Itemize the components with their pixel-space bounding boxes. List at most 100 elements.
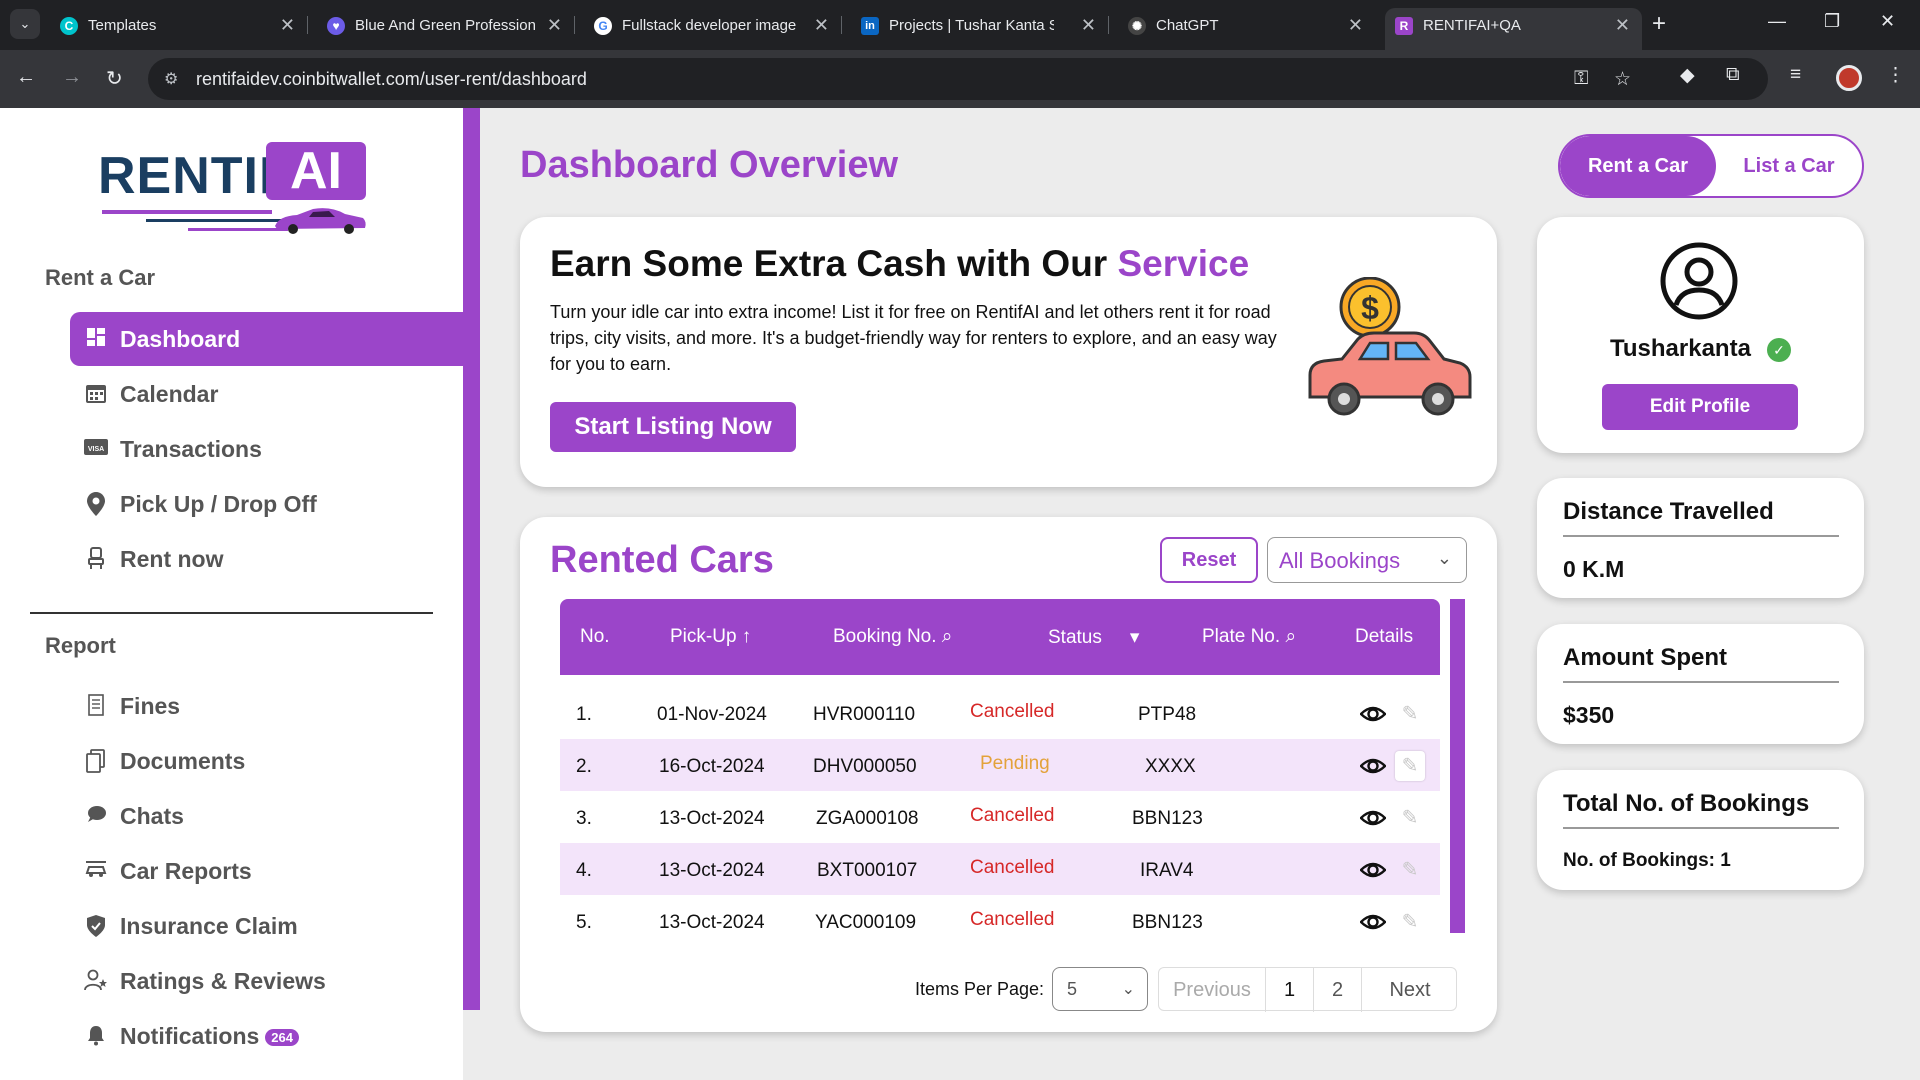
chevron-down-icon: ⌄ xyxy=(1436,548,1452,568)
browser-menu-icon[interactable]: ⋮ xyxy=(1886,64,1905,87)
browser-tab[interactable]: G Fullstack developer image ✕ xyxy=(584,8,842,42)
view-eye-icon[interactable] xyxy=(1360,701,1386,727)
cell-plate: BBN123 xyxy=(1132,912,1203,933)
table-row: 4. 13-Oct-2024 BXT000107 Cancelled IRAV4… xyxy=(560,843,1440,895)
items-per-page-select[interactable]: 5 ⌄ xyxy=(1052,967,1148,1011)
tab-close-icon[interactable]: ✕ xyxy=(547,15,562,36)
dropdown-caret-icon[interactable]: ▾ xyxy=(1130,627,1140,648)
cell-booking: HVR000110 xyxy=(813,704,916,725)
sidebar-item-label: Ratings & Reviews xyxy=(120,968,326,994)
page-button-1[interactable]: 1 xyxy=(1265,968,1313,1012)
edit-profile-button[interactable]: Edit Profile xyxy=(1602,384,1798,430)
extensions-puzzle-icon[interactable]: ⧉ xyxy=(1726,64,1740,86)
sidebar-item-calendar[interactable]: Calendar xyxy=(70,367,463,421)
view-eye-icon[interactable] xyxy=(1360,909,1386,935)
back-arrow-icon[interactable]: ← xyxy=(16,66,36,89)
sidebar-item-dashboard[interactable]: Dashboard xyxy=(70,312,463,366)
browser-tab[interactable]: ♥ Blue And Green Profession ✕ xyxy=(317,8,575,42)
reset-button[interactable]: Reset xyxy=(1160,537,1258,583)
google-favicon-icon: G xyxy=(594,17,612,35)
next-page-button[interactable]: Next xyxy=(1361,968,1458,1012)
browser-tab[interactable]: in Projects | Tushar Kanta Swa ✕ xyxy=(851,8,1109,42)
visa-card-icon: VISA xyxy=(83,437,109,463)
restore-icon[interactable]: ❐ xyxy=(1824,11,1840,32)
cell-pickup: 13-Oct-2024 xyxy=(659,808,765,829)
rent-a-car-toggle-button[interactable]: Rent a Car xyxy=(1560,136,1716,196)
reload-icon[interactable]: ↻ xyxy=(106,66,123,91)
tab-close-icon[interactable]: ✕ xyxy=(1081,15,1096,36)
close-window-icon[interactable]: ✕ xyxy=(1880,11,1895,32)
browser-tab[interactable]: C Templates ✕ xyxy=(50,8,308,42)
tab-close-icon[interactable]: ✕ xyxy=(280,15,295,36)
sort-up-arrow-icon[interactable]: ↑ xyxy=(742,626,752,647)
extension-icon[interactable]: ◆ xyxy=(1680,64,1695,87)
sidebar-item-documents[interactable]: Documents xyxy=(70,734,463,788)
tab-title: ChatGPT xyxy=(1156,17,1219,34)
edit-pencil-icon[interactable]: ✎ xyxy=(1395,803,1425,833)
heading-highlight: Service xyxy=(1117,243,1250,284)
address-bar[interactable]: ⚙ rentifaidev.coinbitwallet.com/user-ren… xyxy=(148,58,1768,100)
start-listing-button[interactable]: Start Listing Now xyxy=(550,402,796,452)
sidebar-item-label: Car Reports xyxy=(120,858,252,884)
sidebar-item-pickup-dropoff[interactable]: Pick Up / Drop Off xyxy=(70,477,463,531)
minimize-icon[interactable]: — xyxy=(1768,11,1786,32)
sidebar-item-insurance-claim[interactable]: Insurance Claim xyxy=(70,899,463,953)
column-header-status[interactable]: Status ▾ xyxy=(1048,626,1139,649)
new-tab-plus-icon[interactable]: + xyxy=(1652,10,1666,38)
forward-arrow-icon[interactable]: → xyxy=(62,66,82,89)
tab-close-icon[interactable]: ✕ xyxy=(1348,15,1363,36)
table-header: No. Pick-Up ↑ Booking No. ⌕ Status ▾ Plat… xyxy=(560,599,1440,675)
view-eye-icon[interactable] xyxy=(1360,753,1386,779)
tab-search-button[interactable]: ⌄ xyxy=(10,9,40,39)
edit-pencil-icon[interactable]: ✎ xyxy=(1395,751,1425,781)
sidebar-item-car-reports[interactable]: Car Reports xyxy=(70,844,463,898)
tab-close-icon[interactable]: ✕ xyxy=(814,15,829,36)
sidebar-item-transactions[interactable]: VISA Transactions xyxy=(70,422,463,476)
column-header-plate[interactable]: Plate No. ⌕ xyxy=(1202,626,1296,648)
media-control-icon[interactable]: ≡ xyxy=(1790,64,1801,86)
view-eye-icon[interactable] xyxy=(1360,805,1386,831)
page-button-2[interactable]: 2 xyxy=(1313,968,1361,1012)
car-money-illustration-icon: $ xyxy=(1308,277,1472,416)
edit-pencil-icon[interactable]: ✎ xyxy=(1395,907,1425,937)
cell-no: 4. xyxy=(576,860,592,881)
cell-booking: ZGA000108 xyxy=(816,808,919,829)
cell-booking: BXT000107 xyxy=(817,860,918,881)
rentifai-logo[interactable]: RENTIF AI xyxy=(98,140,373,240)
password-key-icon[interactable]: ⚿ xyxy=(1574,68,1588,90)
sidebar-item-fines[interactable]: Fines xyxy=(70,679,463,733)
sidebar-item-label: Documents xyxy=(120,748,246,774)
sidebar-item-chats[interactable]: Chats xyxy=(70,789,463,843)
tab-close-icon[interactable]: ✕ xyxy=(1615,15,1630,36)
sidebar-item-label: Fines xyxy=(120,693,181,719)
edit-pencil-icon[interactable]: ✎ xyxy=(1395,699,1425,729)
cell-booking: YAC000109 xyxy=(815,912,917,933)
linkedin-favicon-icon: in xyxy=(861,17,879,35)
bookmark-star-icon[interactable]: ☆ xyxy=(1614,68,1631,91)
sidebar-item-label: Notifications 264 xyxy=(120,1023,299,1050)
distance-label: Distance Travelled xyxy=(1563,498,1774,525)
sidebar-item-label: Transactions xyxy=(120,436,262,462)
column-header-booking[interactable]: Booking No. ⌕ xyxy=(833,626,952,648)
column-header-pickup[interactable]: Pick-Up ↑ xyxy=(670,626,751,648)
earn-cash-heading: Earn Some Extra Cash with Our Service xyxy=(550,243,1249,285)
booking-filter-value: All Bookings xyxy=(1279,548,1401,573)
sidebar-item-ratings-reviews[interactable]: Ratings & Reviews xyxy=(70,954,463,1008)
chatgpt-favicon-icon: ✺ xyxy=(1128,17,1146,35)
site-info-icon[interactable]: ⚙ xyxy=(164,69,178,89)
browser-tab-active[interactable]: R RENTIFAI+QA ✕ xyxy=(1385,8,1642,50)
search-icon[interactable]: ⌕ xyxy=(1285,626,1296,647)
browser-tab[interactable]: ✺ ChatGPT ✕ xyxy=(1118,8,1375,42)
view-eye-icon[interactable] xyxy=(1360,857,1386,883)
booking-filter-select[interactable]: All Bookings ⌄ xyxy=(1267,537,1467,583)
sidebar-item-rent-now[interactable]: Rent now xyxy=(70,532,463,586)
list-a-car-toggle-button[interactable]: List a Car xyxy=(1716,136,1862,196)
table-scrollbar[interactable] xyxy=(1450,599,1465,933)
edit-pencil-icon[interactable]: ✎ xyxy=(1395,855,1425,885)
rent-list-toggle: Rent a Car List a Car xyxy=(1558,134,1864,198)
search-icon[interactable]: ⌕ xyxy=(942,626,953,647)
logo-speed-line xyxy=(102,210,272,214)
sidebar-item-notifications[interactable]: Notifications 264 xyxy=(70,1009,463,1063)
profile-avatar[interactable] xyxy=(1836,65,1862,91)
previous-page-button[interactable]: Previous xyxy=(1159,968,1265,1012)
